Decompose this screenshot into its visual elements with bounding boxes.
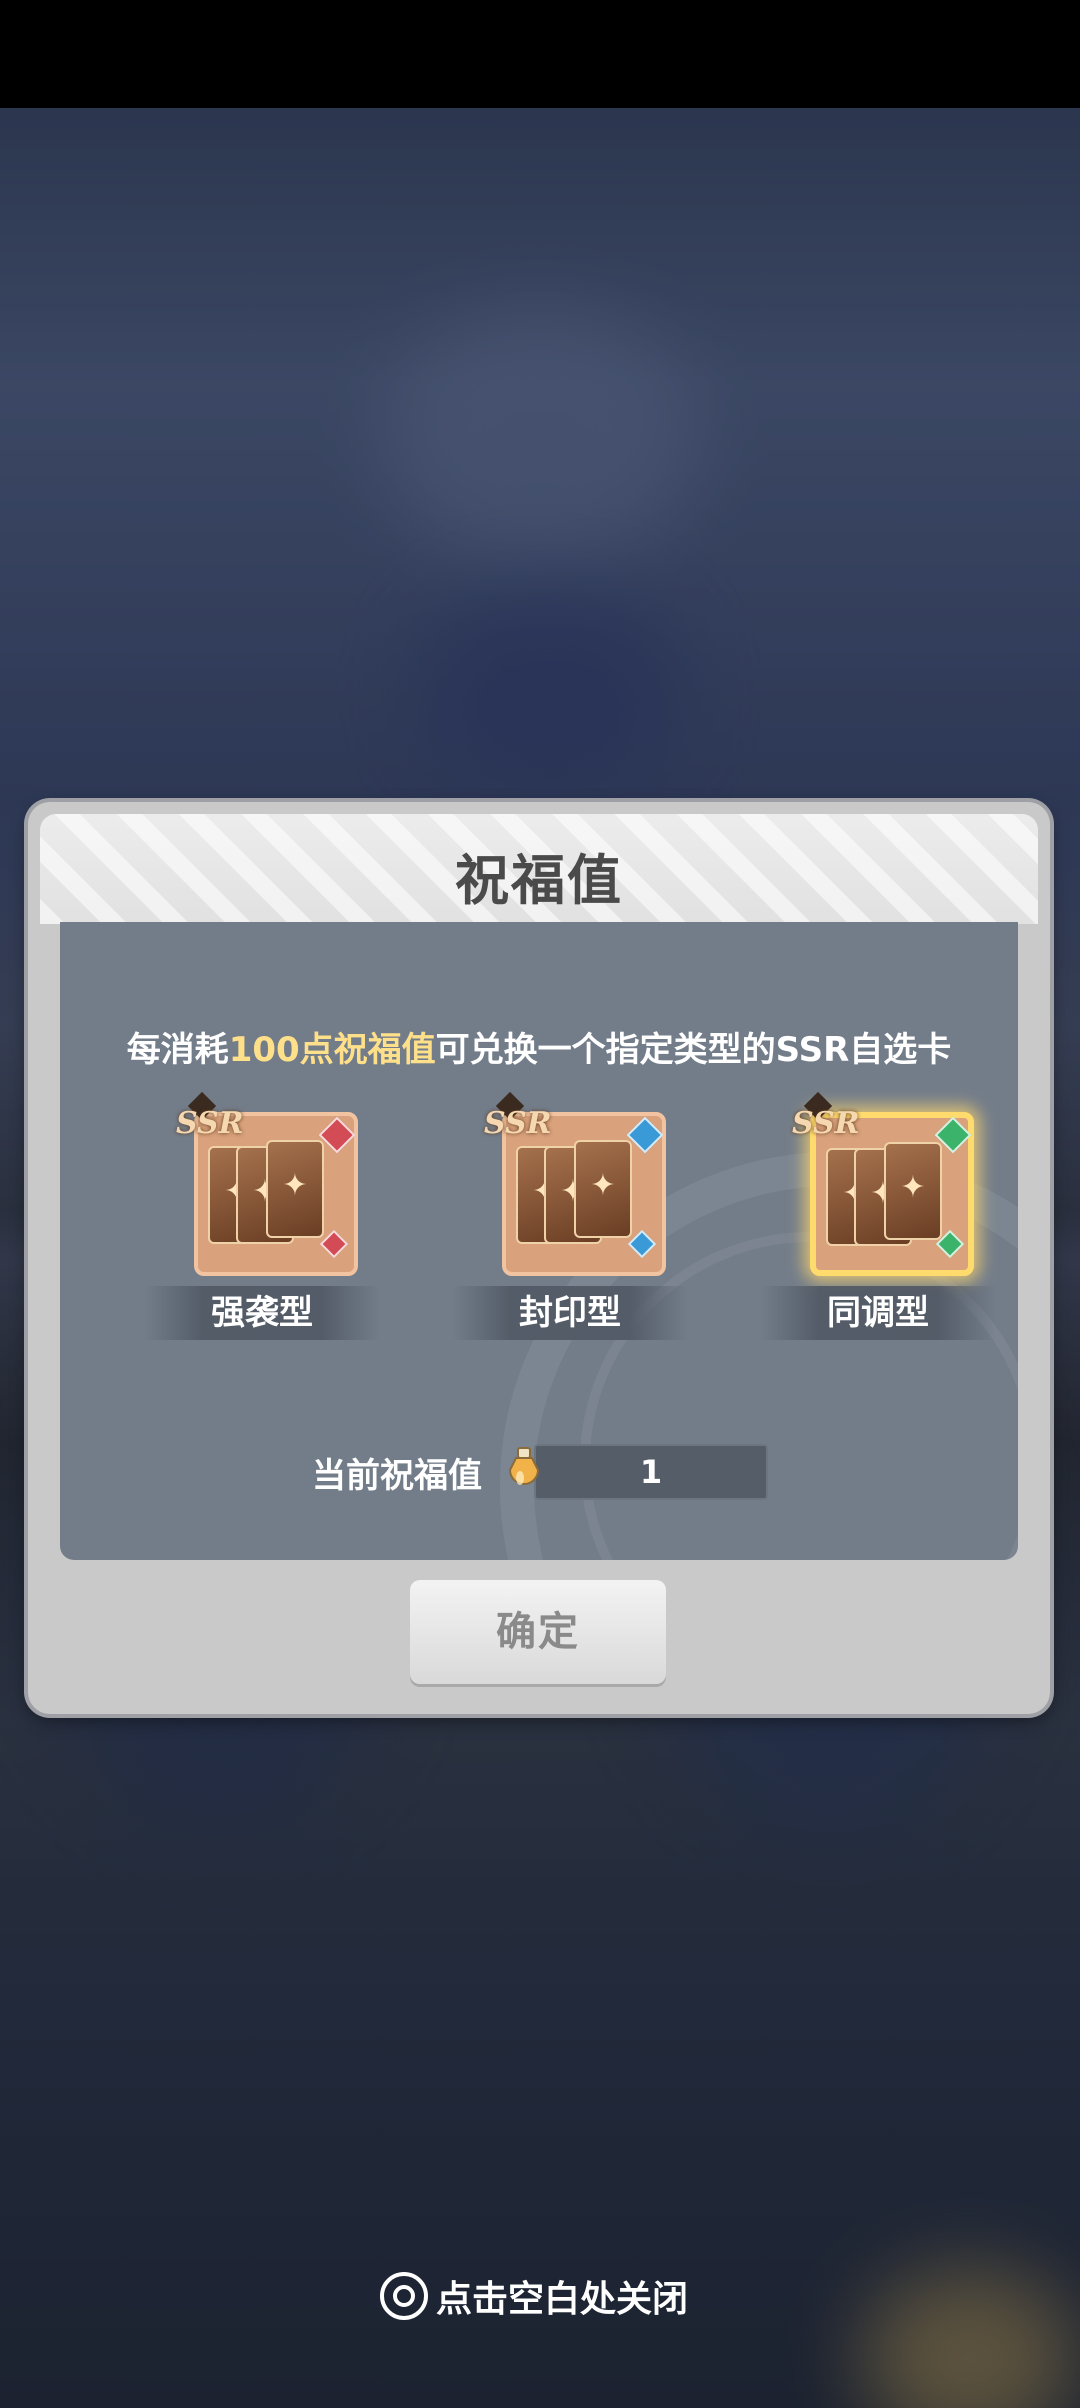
card-back: ✦ [574,1140,632,1238]
potion-bottle-icon [504,1446,544,1498]
eagle-emblem-icon: ✦ [282,1168,308,1203]
close-hint[interactable]: 点击空白处关闭 [380,2266,688,2326]
current-blessing-label: 当前祝福值 [312,1455,482,1496]
card-type-options: ✦ ✦ ✦ SSR 强袭型 ✦ ✦ ✦ SSR [60,1091,1018,1340]
dialog-content-panel: 每消耗100点祝福值可兑换一个指定类型的SSR自选卡 ✦ ✦ ✦ SSR 强袭型… [60,922,1018,1560]
card-option-label: 同调型 [760,1286,996,1340]
close-hint-label: 点击空白处关闭 [436,2279,689,2320]
ssr-badge: SSR [792,1106,860,1141]
dialog-title: 祝福值 [455,849,623,912]
card-option-label: 强袭型 [144,1286,380,1340]
eagle-emblem-icon: ✦ [590,1168,616,1203]
confirm-button[interactable]: 确定 [410,1580,666,1684]
dialog-header: 祝福值 [40,814,1038,924]
status-bar [0,0,1080,108]
description-prefix: 每消耗 [126,1030,229,1070]
blessing-dialog: 祝福值 每消耗100点祝福值可兑换一个指定类型的SSR自选卡 ✦ ✦ ✦ SSR… [28,802,1050,1714]
tap-circle-icon [380,2272,428,2320]
card-option-assault[interactable]: ✦ ✦ ✦ SSR 强袭型 [144,1091,380,1340]
card-option-label: 封印型 [452,1286,688,1340]
card-back: ✦ [266,1140,324,1238]
eagle-emblem-icon: ✦ [900,1170,926,1205]
card-option-sync[interactable]: ✦ ✦ ✦ SSR 同调型 [760,1091,996,1340]
description-suffix: 可兑换一个指定类型的SSR自选卡 [435,1030,952,1070]
exchange-description: 每消耗100点祝福值可兑换一个指定类型的SSR自选卡 [60,1022,1018,1071]
card-option-seal[interactable]: ✦ ✦ ✦ SSR 封印型 [452,1091,688,1340]
current-blessing-value: 1 [534,1444,768,1500]
ssr-badge: SSR [176,1106,244,1141]
description-highlight: 100点祝福值 [228,1030,436,1070]
ssr-badge: SSR [484,1106,552,1141]
current-blessing-row: 当前祝福值 1 [312,1444,768,1500]
card-back: ✦ [884,1142,942,1240]
